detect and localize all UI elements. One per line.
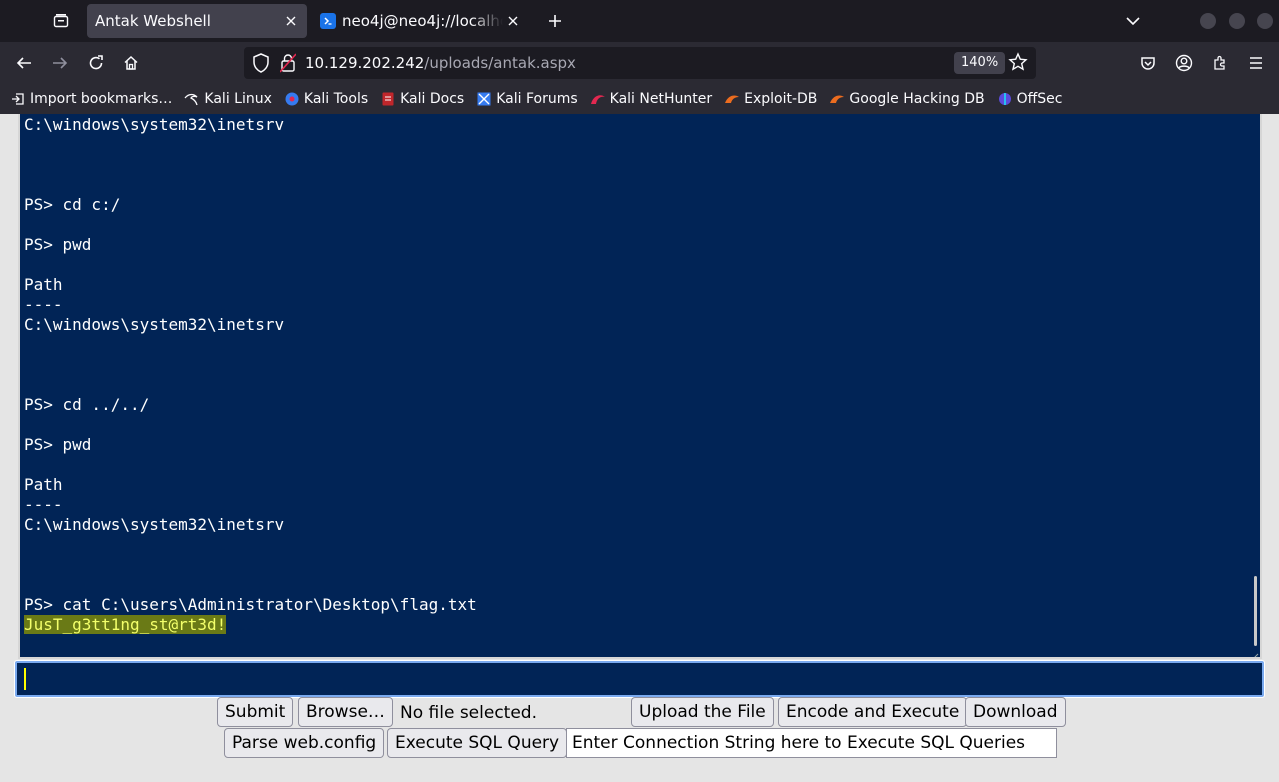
bookmark-star-icon[interactable] bbox=[1008, 52, 1028, 76]
console-scrollbar[interactable] bbox=[1254, 576, 1257, 646]
bookmark-label: Kali Linux bbox=[204, 91, 272, 107]
bookmark-kali-tools[interactable]: Kali Tools bbox=[284, 91, 368, 107]
chevron-down-icon[interactable] bbox=[1120, 8, 1146, 34]
tab-title: neo4j@neo4j://localhost:7687 bbox=[342, 12, 503, 30]
url-host: 10.129.202.242 bbox=[305, 54, 425, 72]
tab-antak-webshell[interactable]: Antak Webshell bbox=[87, 4, 307, 38]
upload-file-button[interactable]: Upload the File bbox=[631, 697, 774, 727]
nethunter-icon bbox=[590, 91, 606, 107]
kali-tools-icon bbox=[284, 91, 300, 107]
bookmark-kali-nethunter[interactable]: Kali NetHunter bbox=[590, 91, 712, 107]
download-button[interactable]: Download bbox=[965, 697, 1066, 727]
bookmark-label: Kali Tools bbox=[303, 91, 369, 107]
terminal-icon bbox=[320, 13, 336, 29]
bookmark-kali-forums[interactable]: Kali Forums bbox=[476, 91, 578, 107]
new-tab-plus-icon[interactable] bbox=[542, 8, 568, 34]
submit-button[interactable]: Submit bbox=[217, 697, 294, 727]
kali-dragon-icon bbox=[184, 91, 200, 107]
bookmark-offsec[interactable]: OffSec bbox=[997, 91, 1063, 107]
parse-web-config-button[interactable]: Parse web.config bbox=[224, 728, 385, 758]
account-icon[interactable] bbox=[1170, 49, 1198, 77]
zoom-level-button[interactable]: 140% bbox=[954, 52, 1006, 74]
ghdb-icon bbox=[829, 91, 845, 107]
exploit-db-icon bbox=[724, 91, 740, 107]
bookmark-label: Exploit-DB bbox=[744, 91, 818, 107]
bookmark-label: OffSec bbox=[1016, 91, 1063, 107]
bookmarks-toolbar: Import bookmarks… Kali Linux Kali Tools … bbox=[0, 84, 1279, 114]
url-path: /uploads/antak.aspx bbox=[424, 54, 576, 72]
bookmark-kali-docs[interactable]: Kali Docs bbox=[380, 91, 464, 107]
import-icon bbox=[10, 91, 26, 107]
bookmark-label: Kali Docs bbox=[400, 91, 465, 107]
forward-arrow-icon[interactable] bbox=[46, 49, 74, 77]
hamburger-menu-icon[interactable] bbox=[1242, 49, 1270, 77]
file-status-label: No file selected. bbox=[400, 703, 537, 723]
back-arrow-icon[interactable] bbox=[10, 49, 38, 77]
bookmark-label: Kali Forums bbox=[496, 91, 578, 107]
bookmark-label: Kali NetHunter bbox=[609, 91, 713, 107]
bookmark-import[interactable]: Import bookmarks… bbox=[10, 91, 172, 107]
bookmark-label: Google Hacking DB bbox=[849, 91, 985, 107]
close-icon[interactable] bbox=[503, 11, 523, 31]
console-output[interactable]: C:\windows\system32\inetsrv PS> cd c:/ P… bbox=[18, 114, 1262, 659]
bookmark-kali-linux[interactable]: Kali Linux bbox=[184, 91, 272, 107]
bookmark-google-hacking-db[interactable]: Google Hacking DB bbox=[829, 91, 985, 107]
resize-grip-icon[interactable] bbox=[1249, 646, 1259, 657]
pocket-icon[interactable] bbox=[1134, 49, 1162, 77]
execute-sql-button[interactable]: Execute SQL Query bbox=[387, 728, 568, 758]
browse-button[interactable]: Browse… bbox=[298, 697, 393, 727]
maximize-button[interactable] bbox=[1229, 13, 1245, 29]
webshell-page: C:\windows\system32\inetsrv PS> cd c:/ P… bbox=[0, 114, 1279, 782]
connection-string-input[interactable] bbox=[566, 728, 1057, 758]
minimize-button[interactable] bbox=[1200, 13, 1216, 29]
close-icon[interactable] bbox=[281, 11, 301, 31]
flag-output: JusT_g3tt1ng_st@rt3d! bbox=[24, 615, 227, 634]
tab-bar: Antak Webshell neo4j@neo4j://localhost:7… bbox=[0, 0, 1279, 42]
command-field[interactable] bbox=[17, 663, 1262, 695]
kali-forums-icon bbox=[476, 91, 492, 107]
bookmark-exploit-db[interactable]: Exploit-DB bbox=[724, 91, 817, 107]
kali-docs-icon bbox=[380, 91, 396, 107]
url-text: 10.129.202.242/uploads/antak.aspx bbox=[305, 54, 576, 72]
url-bar[interactable]: 10.129.202.242/uploads/antak.aspx 140% bbox=[244, 47, 1036, 79]
insecure-lock-icon[interactable] bbox=[279, 53, 297, 77]
console-text: C:\windows\system32\inetsrv PS> cd c:/ P… bbox=[24, 115, 477, 614]
extensions-icon[interactable] bbox=[1206, 49, 1234, 77]
close-window-button[interactable] bbox=[1257, 13, 1273, 29]
offsec-icon bbox=[997, 91, 1013, 107]
reload-icon[interactable] bbox=[82, 49, 110, 77]
shield-icon[interactable] bbox=[252, 53, 270, 77]
navigation-toolbar: 10.129.202.242/uploads/antak.aspx 140% bbox=[0, 42, 1279, 84]
tab-title: Antak Webshell bbox=[95, 12, 211, 30]
command-input[interactable] bbox=[14, 660, 1265, 698]
home-icon[interactable] bbox=[117, 49, 145, 77]
encode-execute-button[interactable]: Encode and Execute bbox=[778, 697, 968, 727]
bookmark-label: Import bookmarks… bbox=[30, 91, 173, 107]
tab-neo4j[interactable]: neo4j@neo4j://localhost:7687 bbox=[313, 4, 529, 38]
firefox-view-icon[interactable] bbox=[48, 8, 74, 34]
